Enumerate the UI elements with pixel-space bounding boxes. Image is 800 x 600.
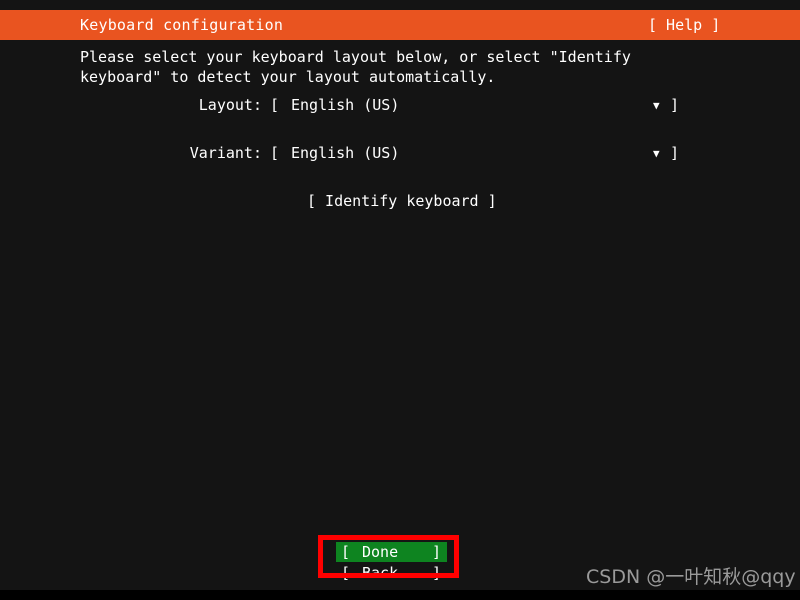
page-title: Keyboard configuration <box>80 16 284 34</box>
done-button[interactable]: [ Done ] <box>336 542 447 562</box>
help-button[interactable]: [ Help ] <box>648 10 720 40</box>
variant-row: Variant: [ English (US) ▼ ] <box>80 142 720 164</box>
layout-select[interactable]: [ English (US) ▼ ] <box>270 94 690 116</box>
bracket-close: ] <box>670 96 680 114</box>
variant-label: Variant: <box>189 144 262 162</box>
variant-select[interactable]: [ English (US) ▼ ] <box>270 142 690 164</box>
bottom-strip <box>0 590 800 600</box>
bracket-close: ] <box>431 564 441 582</box>
back-button[interactable]: [ Back ] <box>336 563 447 583</box>
layout-value: English (US) <box>291 96 400 114</box>
identify-keyboard-button[interactable]: [ Identify keyboard ] <box>307 190 497 212</box>
variant-value: English (US) <box>291 144 400 162</box>
chevron-down-icon: ▼ <box>653 147 660 160</box>
installer-screen: Keyboard configuration [ Help ] Please s… <box>0 0 800 600</box>
bracket-open: [ <box>341 543 351 561</box>
instruction-text: Please select your keyboard layout below… <box>80 48 640 86</box>
bracket-open: [ <box>270 96 280 114</box>
bracket-close: ] <box>431 543 441 561</box>
back-button-label: Back <box>362 564 399 582</box>
header-bar: Keyboard configuration [ Help ] <box>0 10 800 40</box>
bracket-close: ] <box>670 144 680 162</box>
watermark: CSDN @一叶知秋@qqy <box>586 566 796 588</box>
layout-row: Layout: [ English (US) ▼ ] <box>80 94 720 116</box>
chevron-down-icon: ▼ <box>653 99 660 112</box>
layout-label: Layout: <box>198 96 262 114</box>
bracket-open: [ <box>341 564 351 582</box>
done-button-label: Done <box>362 543 399 561</box>
bracket-open: [ <box>270 144 280 162</box>
